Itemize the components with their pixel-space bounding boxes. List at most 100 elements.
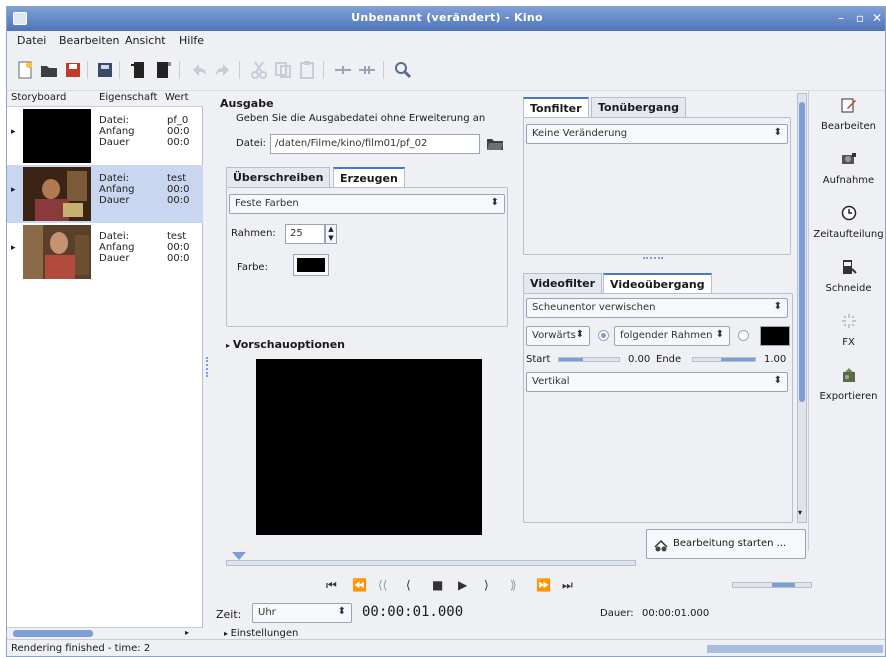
mode-capture-button[interactable]: Aufnahme (809, 145, 885, 199)
start-value: 0.00 (628, 354, 651, 365)
clip-thumbnail[interactable] (23, 167, 91, 221)
browse-folder-icon[interactable] (486, 135, 504, 151)
mode-timeline-button[interactable]: Zeitaufteilung (809, 199, 885, 253)
radio-direction[interactable] (598, 330, 609, 341)
start-label: Start (526, 354, 551, 365)
output-heading: Ausgabe (220, 97, 274, 110)
menu-ansicht[interactable]: Ansicht (125, 34, 166, 47)
start-processing-button[interactable]: Bearbeitung starten ... (646, 529, 806, 559)
title-bar[interactable]: Unbenannt (verändert) - Kino – ▫ ✕ (7, 7, 885, 31)
close-button[interactable]: ✕ (869, 10, 885, 26)
copy-icon[interactable] (273, 60, 293, 80)
new-file-icon[interactable] (15, 60, 35, 80)
scroll-right-icon[interactable]: ▸ (185, 628, 189, 637)
radio-color[interactable] (738, 330, 749, 341)
rewind-button[interactable]: ⏪ (352, 578, 367, 592)
color-picker-button[interactable] (293, 254, 329, 276)
end-slider[interactable] (692, 357, 756, 362)
mode-trim-button[interactable]: Schneide (809, 253, 885, 307)
settings-toggle[interactable]: ▸ Einstellungen (224, 628, 298, 639)
time-display: 00:00:01.000 (362, 604, 464, 620)
tab-video-transition[interactable]: Videoübergang (603, 273, 712, 293)
column-property[interactable]: Eigenschaft (99, 92, 157, 103)
color-label: Farbe: (237, 262, 268, 273)
menu-hilfe[interactable]: Hilfe (179, 34, 204, 47)
save-frame-icon[interactable] (95, 60, 115, 80)
mode-sidebar: Bearbeiten Aufnahme Zeitaufteilung Schne… (808, 91, 885, 551)
tab-overwrite[interactable]: Überschreiben (226, 167, 331, 187)
position-slider[interactable] (226, 560, 636, 566)
pane-handle[interactable] (643, 257, 663, 261)
film-split-icon[interactable] (129, 60, 149, 80)
transition-color-swatch[interactable] (760, 326, 790, 346)
last-frame-button[interactable]: ⏭ (562, 578, 573, 593)
file-path-input[interactable]: /daten/Filme/kino/film01/pf_02 (270, 134, 480, 154)
prev-frame-button[interactable]: ⟨ (406, 578, 411, 592)
expand-arrow-icon[interactable]: ▸ (11, 243, 16, 253)
move-split-icon[interactable] (357, 60, 377, 80)
clip-thumbnail[interactable] (23, 109, 91, 163)
storyboard-row[interactable]: ▸ Datei: Anfang Dauer test 00:0 00:0 (7, 165, 203, 223)
direction-select[interactable]: Vorwärts ⬍ (526, 326, 590, 346)
cut-icon[interactable] (249, 60, 269, 80)
fast-forward-button[interactable]: ⏩ (536, 578, 551, 592)
toolbar (7, 51, 885, 91)
clip-values: pf_0 00:0 00:0 (167, 115, 190, 148)
audio-filter-select[interactable]: Keine Veränderung ⬍ (526, 124, 788, 144)
film-join-icon[interactable] (153, 60, 173, 80)
menu-bearbeiten[interactable]: Bearbeiten (59, 34, 119, 47)
scrollbar-thumb[interactable] (13, 630, 93, 637)
next-scene-button[interactable]: ⟫ (510, 578, 517, 592)
play-button[interactable]: ▶ (458, 578, 467, 592)
position-marker[interactable] (232, 552, 246, 560)
open-folder-icon[interactable] (39, 60, 59, 80)
save-icon[interactable] (63, 60, 83, 80)
expand-arrow-icon[interactable]: ▸ (11, 185, 16, 195)
tab-generate[interactable]: Erzeugen (333, 167, 405, 187)
generator-type-select[interactable]: Feste Farben ⬍ (229, 194, 505, 214)
output-description: Geben Sie die Ausgabedatei ohne Erweiter… (236, 113, 486, 124)
move-icon[interactable] (333, 60, 353, 80)
properties-icon[interactable] (393, 60, 413, 80)
tab-audio-filter[interactable]: Tonfilter (523, 97, 589, 117)
transition-select[interactable]: Scheunentor verwischen ⬍ (526, 298, 788, 318)
maximize-button[interactable]: ▫ (852, 10, 868, 26)
undo-icon[interactable] (189, 60, 209, 80)
storyboard-hscrollbar[interactable]: ▸ (7, 627, 203, 639)
storyboard-row[interactable]: ▸ Datei: Anfang Dauer test 00:0 00:0 (7, 223, 203, 281)
duration-label: Dauer: (600, 608, 634, 619)
orientation-select[interactable]: Vertikal ⬍ (526, 372, 788, 392)
storyboard-row[interactable]: ▸ Datei: Anfang Dauer pf_0 00:0 00:0 (7, 107, 203, 165)
mode-edit-button[interactable]: Bearbeiten (809, 91, 885, 145)
frames-input[interactable]: 25 (285, 224, 325, 244)
frame-select[interactable]: folgender Rahmen ⬍ (614, 326, 730, 346)
expand-arrow-icon[interactable]: ▸ (11, 127, 16, 137)
redo-icon[interactable] (213, 60, 233, 80)
pane-handle[interactable] (206, 357, 210, 377)
menu-datei[interactable]: Datei (17, 34, 46, 47)
stop-button[interactable]: ■ (432, 578, 443, 592)
column-value[interactable]: Wert (165, 92, 189, 103)
select-arrow-icon: ⬍ (337, 606, 346, 617)
volume-slider[interactable] (732, 582, 812, 588)
frames-stepper[interactable]: ▲ ▼ (325, 224, 337, 244)
preview-options-toggle[interactable]: ▸ Vorschauoptionen (226, 338, 345, 351)
tab-video-filter[interactable]: Videofilter (523, 273, 603, 293)
minimize-button[interactable]: – (833, 10, 849, 26)
mode-fx-button[interactable]: FX (809, 307, 885, 361)
scrollbar-thumb[interactable] (799, 102, 805, 402)
column-storyboard[interactable]: Storyboard (11, 92, 66, 103)
next-frame-button[interactable]: ⟩ (484, 578, 489, 592)
time-format-select[interactable]: Uhr ⬍ (252, 603, 352, 623)
paste-icon[interactable] (297, 60, 317, 80)
start-slider[interactable] (558, 357, 620, 362)
video-tabs: Videofilter Videoübergang (523, 273, 743, 293)
mode-export-button[interactable]: Exportieren (809, 361, 885, 415)
clip-thumbnail[interactable] (23, 225, 91, 279)
tab-audio-transition[interactable]: Tonübergang (591, 97, 687, 117)
prev-scene-button[interactable]: ⟨⟨ (378, 578, 387, 592)
scroll-down-icon[interactable]: ▾ (798, 508, 802, 517)
generator-panel: Feste Farben ⬍ Rahmen: 25 ▲ ▼ Farbe: (226, 187, 508, 327)
first-frame-button[interactable]: ⏮ (326, 578, 337, 593)
effects-vscrollbar[interactable]: ▾ (797, 93, 807, 523)
